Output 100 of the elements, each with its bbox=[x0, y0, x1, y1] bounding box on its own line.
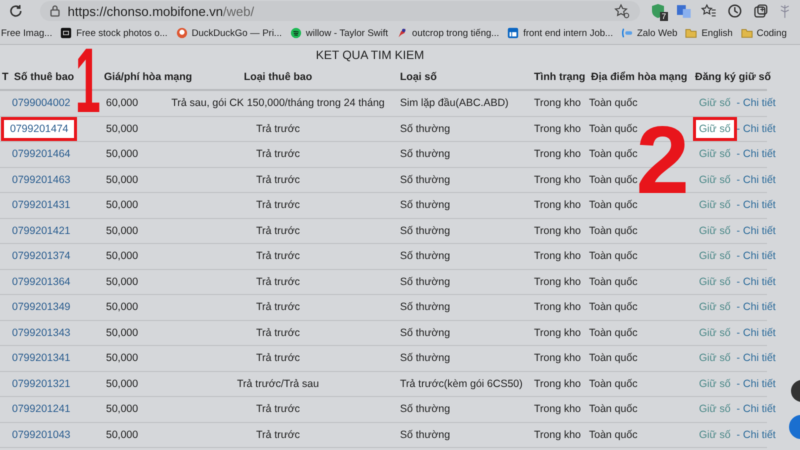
phone-number-link[interactable]: 0799201431 bbox=[10, 196, 72, 214]
hold-number-link[interactable]: Giữ số bbox=[696, 222, 734, 240]
detail-link[interactable]: Chi tiết bbox=[743, 403, 776, 416]
table-cell-text: Trong kho bbox=[533, 199, 582, 212]
detail-link[interactable]: Chi tiết bbox=[743, 276, 776, 288]
bookmark[interactable]: outcrop trong tiếng... bbox=[396, 27, 500, 39]
table-cell-text: 50,000 bbox=[105, 352, 140, 364]
detail-link[interactable]: Chi tiết bbox=[743, 250, 776, 262]
table-cell-text: 50,000 bbox=[105, 378, 140, 390]
table-cell-text: Toàn quốc bbox=[588, 378, 638, 390]
table-cell-text: 50,000 bbox=[105, 122, 140, 135]
column-header: T bbox=[1, 71, 10, 83]
phone-number-link[interactable]: 0799201349 bbox=[10, 298, 72, 316]
reload-icon[interactable] bbox=[8, 3, 24, 19]
hold-number-link[interactable]: Giữ số bbox=[696, 298, 734, 316]
bookmark[interactable]: English bbox=[685, 27, 733, 39]
separator: - bbox=[736, 97, 740, 110]
phone-number-link[interactable]: 0799201341 bbox=[10, 349, 72, 368]
table-cell-text: Trả trước bbox=[255, 224, 301, 237]
table-cell-text: Trong kho bbox=[533, 122, 582, 135]
bookmark[interactable]: willow - Taylor Swift bbox=[290, 27, 388, 39]
translate-icon[interactable] bbox=[676, 3, 692, 19]
detail-link[interactable]: Chi tiết bbox=[743, 97, 776, 110]
detail-link[interactable]: Chi tiết bbox=[743, 428, 776, 441]
hold-number-link[interactable]: Giữ số bbox=[696, 426, 734, 444]
phone-number-link[interactable]: 0799201364 bbox=[10, 272, 72, 291]
table-cell-text: Trả trước bbox=[255, 174, 301, 186]
table-cell-text: Số thường bbox=[399, 174, 452, 186]
bookmark[interactable]: DuckDuckGo — Pri... bbox=[176, 27, 282, 39]
separator: - bbox=[736, 276, 740, 288]
hold-number-link[interactable]: Giữ số bbox=[696, 272, 734, 291]
favorites-icon[interactable] bbox=[701, 3, 717, 19]
separator: - bbox=[736, 122, 740, 135]
detail-link[interactable]: Chi tiết bbox=[743, 174, 776, 186]
phone-number-link[interactable]: 0799201043 bbox=[10, 426, 72, 444]
bookmark[interactable]: front end intern Job... bbox=[507, 27, 613, 39]
table-cell-text: 50,000 bbox=[105, 301, 140, 314]
phone-number-link[interactable]: 0799201421 bbox=[10, 222, 72, 240]
phone-number-link[interactable]: 0799201241 bbox=[10, 400, 72, 418]
table-cell-text: Trả trước bbox=[255, 403, 301, 416]
table-cell-text: Toàn quốc bbox=[588, 174, 638, 186]
separator: - bbox=[736, 199, 740, 212]
table-cell-text: 50,000 bbox=[105, 276, 140, 288]
hold-number-link[interactable]: Giữ số bbox=[696, 170, 734, 189]
hold-number-link[interactable]: Giữ số bbox=[696, 120, 734, 138]
shield-extension-icon[interactable]: 7 bbox=[650, 3, 666, 19]
table-cell-text: Trong kho bbox=[533, 224, 582, 237]
detail-link[interactable]: Chi tiết bbox=[743, 301, 776, 314]
bookmark[interactable]: Zalo Web bbox=[620, 27, 678, 39]
phone-number-link[interactable]: 0799201374 bbox=[10, 247, 72, 266]
separator: - bbox=[736, 352, 740, 364]
hold-number-link[interactable]: Giữ số bbox=[696, 196, 734, 214]
bookmark[interactable]: Free stock photos o... bbox=[60, 27, 168, 39]
table-cell-text: Trong kho bbox=[533, 250, 582, 262]
detail-link[interactable]: Chi tiết bbox=[743, 326, 776, 339]
table-cell-text: Số thường bbox=[399, 122, 452, 135]
phone-number-link[interactable]: 0799201463 bbox=[10, 170, 72, 189]
phone-number-link[interactable]: 0799201464 bbox=[10, 145, 72, 164]
table-cell-text: Trả trước bbox=[255, 428, 301, 441]
bookmark[interactable]: Coding bbox=[740, 27, 787, 39]
phone-number-link[interactable]: 0799201321 bbox=[10, 374, 72, 393]
hold-number-link[interactable]: Giữ số bbox=[696, 349, 734, 368]
hold-number-link[interactable]: Giữ số bbox=[696, 247, 734, 266]
phone-number-link[interactable]: 0799201343 bbox=[10, 324, 72, 342]
address-bar[interactable]: https://chonso.mobifone.vn/web/ bbox=[40, 1, 640, 21]
table-cell-text: Trả trước bbox=[255, 301, 301, 314]
detail-link[interactable]: Chi tiết bbox=[743, 122, 776, 135]
table-cell-text: Trả trước/Trả sau bbox=[236, 378, 320, 390]
hold-number-link[interactable]: Giữ số bbox=[696, 400, 734, 418]
table-cell-text: Trả trước bbox=[255, 326, 301, 339]
phone-number-link[interactable]: 0799201474 bbox=[4, 120, 74, 138]
detail-link[interactable]: Chi tiết bbox=[743, 199, 776, 212]
table-cell-text: Toàn quốc bbox=[588, 199, 638, 212]
detail-link[interactable]: Chi tiết bbox=[743, 148, 776, 160]
table-cell-text: 50,000 bbox=[105, 148, 140, 160]
phone-number-link[interactable]: 0799004002 bbox=[10, 94, 72, 112]
table-cell-text: Trong kho bbox=[533, 301, 582, 314]
hold-number-link[interactable]: Giữ số bbox=[696, 324, 734, 342]
detail-link[interactable]: Chi tiết bbox=[743, 378, 776, 390]
table-cell-text: Trong kho bbox=[533, 326, 582, 339]
hold-number-link[interactable]: Giữ số bbox=[696, 145, 734, 164]
hold-number-link[interactable]: Giữ số bbox=[696, 94, 734, 112]
table-cell-text: Trong kho bbox=[533, 378, 582, 390]
history-icon[interactable] bbox=[726, 3, 743, 19]
detail-link[interactable]: Chi tiết bbox=[743, 224, 776, 237]
hold-number-link[interactable]: Giữ số bbox=[696, 374, 734, 393]
table-cell-text: Số thường bbox=[399, 301, 452, 314]
table-cell-text: Toàn quốc bbox=[588, 250, 638, 262]
detail-link[interactable]: Chi tiết bbox=[743, 352, 776, 364]
collections-icon[interactable] bbox=[752, 3, 768, 19]
star-add-icon[interactable] bbox=[614, 3, 630, 19]
bookmark[interactable]: Free Imag... bbox=[1, 28, 52, 38]
table-cell-text: Toàn quốc bbox=[588, 224, 638, 237]
table-cell-text: Trong kho bbox=[533, 148, 582, 160]
separator: - bbox=[736, 148, 740, 160]
table-cell-text: Số thường bbox=[399, 276, 452, 288]
table-cell-text: 50,000 bbox=[105, 199, 140, 212]
table-cell-text: Trả trước bbox=[255, 148, 301, 160]
column-header: Địa điểm hòa mạng bbox=[590, 71, 687, 83]
linkedin-logo-icon bbox=[507, 27, 520, 39]
